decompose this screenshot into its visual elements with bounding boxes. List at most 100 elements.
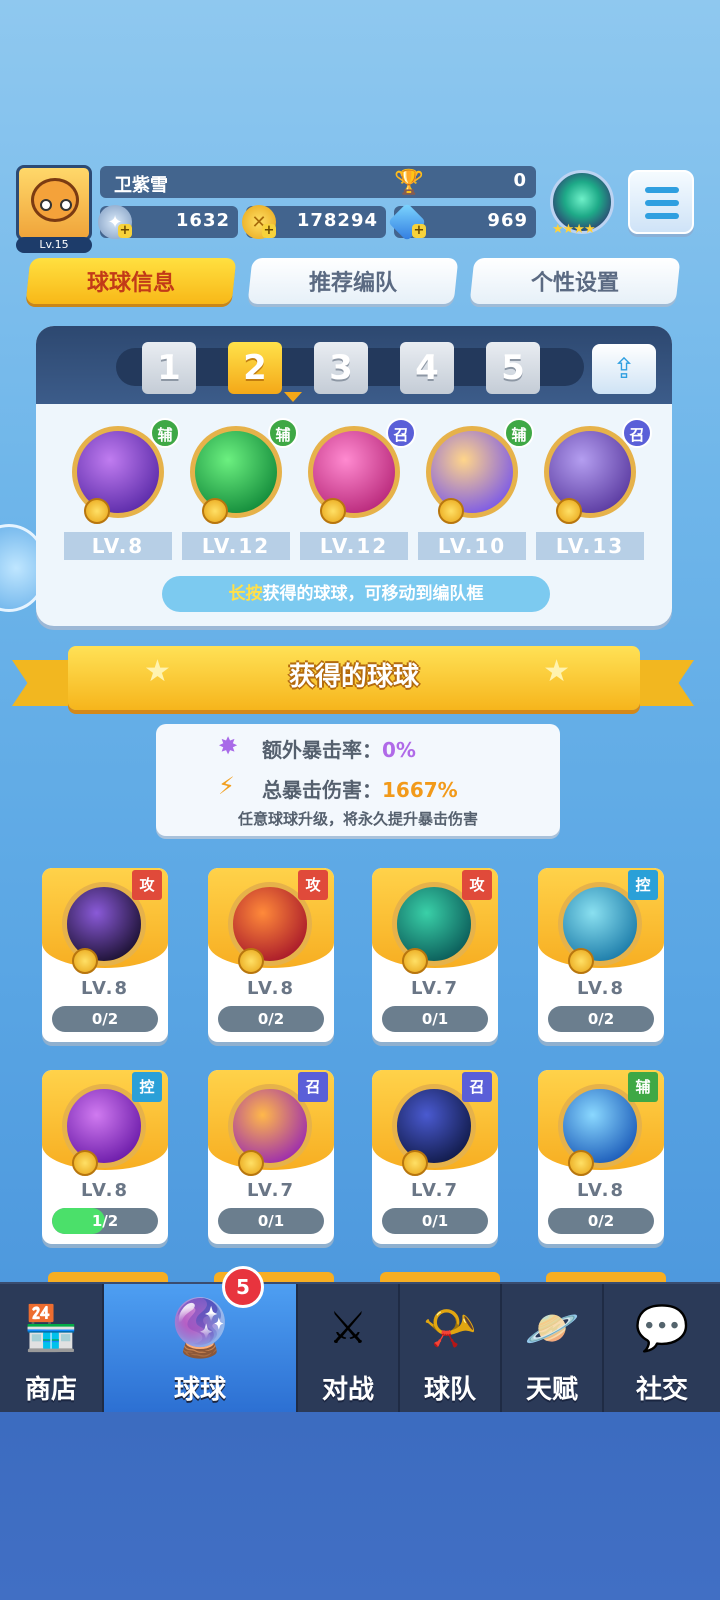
ball-upgrade-progress: 0/1	[382, 1208, 488, 1234]
balls-icon: 🔮	[165, 1296, 235, 1361]
ball-card[interactable]: 攻 LV.8 0/2	[208, 868, 334, 1042]
ball-card[interactable]: 控 LV.8 1/2	[42, 1070, 168, 1244]
hint-text: 获得的球球，可移动到编队框	[262, 584, 484, 604]
share-icon: ⇪	[612, 352, 636, 385]
total-crit-damage-label: 总暴击伤害：	[262, 778, 382, 802]
player-name: 卫紫雪	[114, 175, 168, 196]
team-slot-4[interactable]: 4	[400, 342, 454, 394]
progress-text: 0/2	[587, 1212, 615, 1230]
coins-value: 178294	[296, 210, 378, 231]
ball-role-tag: 召	[298, 1072, 328, 1102]
stamina-add-icon[interactable]: +	[118, 224, 132, 238]
nav-balls-label: 球球	[173, 1375, 226, 1405]
coins-add-icon[interactable]: +	[262, 224, 276, 238]
team-panel: 1 2 3 4 5 ⇪ 辅 LV.8 辅 LV.12 召 LV.12 辅 LV.10 召 LV.1…	[36, 326, 672, 626]
team-slot-3[interactable]: 3	[314, 342, 368, 394]
tab-personal-settings[interactable]: 个性设置	[469, 258, 681, 304]
tab-recommended-team[interactable]: 推荐编队	[247, 258, 459, 304]
nav-team[interactable]: 📯 球队	[400, 1284, 502, 1414]
coin-icon	[568, 948, 594, 974]
ball-card[interactable]: 召 LV.7 0/1	[372, 1070, 498, 1244]
menu-button[interactable]	[628, 170, 694, 234]
nav-battle-label: 对战	[321, 1375, 374, 1405]
ball-role-tag: 召	[386, 418, 416, 448]
trophy-icon: 🏆	[394, 168, 424, 196]
ball-upgrade-progress: 0/1	[218, 1208, 324, 1234]
ball-upgrade-progress: 1/2	[52, 1208, 158, 1234]
tab-ball-info[interactable]: 球球信息	[25, 258, 237, 304]
trophy-count: 0	[513, 170, 526, 191]
ball-level: LV.8	[247, 978, 295, 999]
menu-icon	[645, 187, 679, 193]
nav-battle[interactable]: ⚔ 对战	[298, 1284, 400, 1414]
ball-role-tag: 攻	[298, 870, 328, 900]
coin-icon	[202, 498, 228, 524]
active-slot-pointer	[284, 392, 302, 402]
nav-shop[interactable]: 🏪 商店	[0, 1284, 104, 1414]
ball-role-tag: 攻	[462, 870, 492, 900]
team-slot-5[interactable]: 5	[486, 342, 540, 394]
coin-icon	[72, 1150, 98, 1176]
whistle-icon: 📯	[422, 1303, 478, 1354]
ball-upgrade-progress: 0/2	[218, 1006, 324, 1032]
progress-text: 0/2	[91, 1010, 119, 1028]
coin-icon	[556, 498, 582, 524]
team-ball-level: LV.13	[536, 532, 644, 560]
ball-upgrade-progress: 0/2	[548, 1208, 654, 1234]
ball-card[interactable]: 召 LV.7 0/1	[208, 1070, 334, 1244]
ball-level: LV.8	[577, 1180, 625, 1201]
ball-level: LV.8	[81, 978, 129, 999]
total-crit-damage-value: 1667%	[382, 778, 458, 802]
nav-talent-label: 天赋	[525, 1375, 578, 1405]
ball-card[interactable]: 辅 LV.8 0/2	[538, 1070, 664, 1244]
coin-icon	[72, 948, 98, 974]
tiger-face-icon	[31, 178, 79, 222]
star-icon: ★	[543, 654, 570, 689]
extra-crit-rate-value: 0%	[382, 738, 416, 762]
hint-highlight: 长按	[228, 584, 263, 604]
progress-text: 0/1	[421, 1010, 449, 1028]
coin-icon	[238, 948, 264, 974]
crit-info-box: ✸ 额外暴击率：0% ⚡ 总暴击伤害：1667% 任意球球升级，将永久提升暴击伤…	[156, 724, 560, 836]
nav-talent[interactable]: 🪐 天赋	[502, 1284, 604, 1414]
chat-heart-icon: 💬	[634, 1303, 690, 1354]
stamina-value: 1632	[175, 210, 230, 231]
coin-icon	[402, 1150, 428, 1176]
planet-icon: 🪐	[524, 1303, 580, 1354]
tab-personal-settings-label: 个性设置	[530, 271, 619, 296]
player-name-bar: 卫紫雪 🏆 0	[100, 166, 536, 198]
crit-note: 任意球球升级，将永久提升暴击伤害	[237, 810, 478, 828]
ball-role-tag: 辅	[504, 418, 534, 448]
ball-upgrade-progress: 0/1	[382, 1006, 488, 1032]
crossed-swords-icon: ⚔	[328, 1302, 368, 1354]
team-ball-level: LV.12	[300, 532, 408, 560]
ball-card[interactable]: 攻 LV.7 0/1	[372, 868, 498, 1042]
progress-text: 0/1	[257, 1212, 285, 1230]
ball-level: LV.7	[247, 1180, 295, 1201]
ball-card[interactable]: 攻 LV.8 0/2	[42, 868, 168, 1042]
ball-role-tag: 攻	[132, 870, 162, 900]
bottom-nav: 🏪 商店 🔮 球球 ⚔ 对战 📯 球队 🪐 天赋 💬 社交	[0, 1282, 720, 1414]
team-slot-2[interactable]: 2	[228, 342, 282, 394]
progress-text: 0/1	[421, 1212, 449, 1230]
team-ball-level: LV.8	[64, 532, 172, 560]
ball-level: LV.8	[577, 978, 625, 999]
ball-card[interactable]: 控 LV.8 0/2	[538, 868, 664, 1042]
crit-damage-icon: ⚡	[218, 772, 235, 800]
ball-level: LV.8	[81, 1180, 129, 1201]
gems-add-icon[interactable]: +	[412, 224, 426, 238]
ball-role-tag: 召	[622, 418, 652, 448]
ball-upgrade-progress: 0/2	[548, 1006, 654, 1032]
nav-social[interactable]: 💬 社交	[604, 1284, 720, 1414]
coin-icon	[402, 948, 428, 974]
coin-icon	[84, 498, 110, 524]
tab-ball-info-label: 球球信息	[86, 271, 175, 296]
player-avatar[interactable]	[16, 165, 92, 241]
nav-team-label: 球队	[423, 1375, 476, 1405]
player-level-badge: Lv.15	[16, 237, 92, 253]
share-button[interactable]: ⇪	[592, 344, 656, 394]
ball-role-tag: 辅	[268, 418, 298, 448]
nav-balls[interactable]: 🔮 球球	[104, 1284, 298, 1414]
team-slot-1[interactable]: 1	[142, 342, 196, 394]
crit-rate-icon: ✸	[218, 732, 239, 760]
